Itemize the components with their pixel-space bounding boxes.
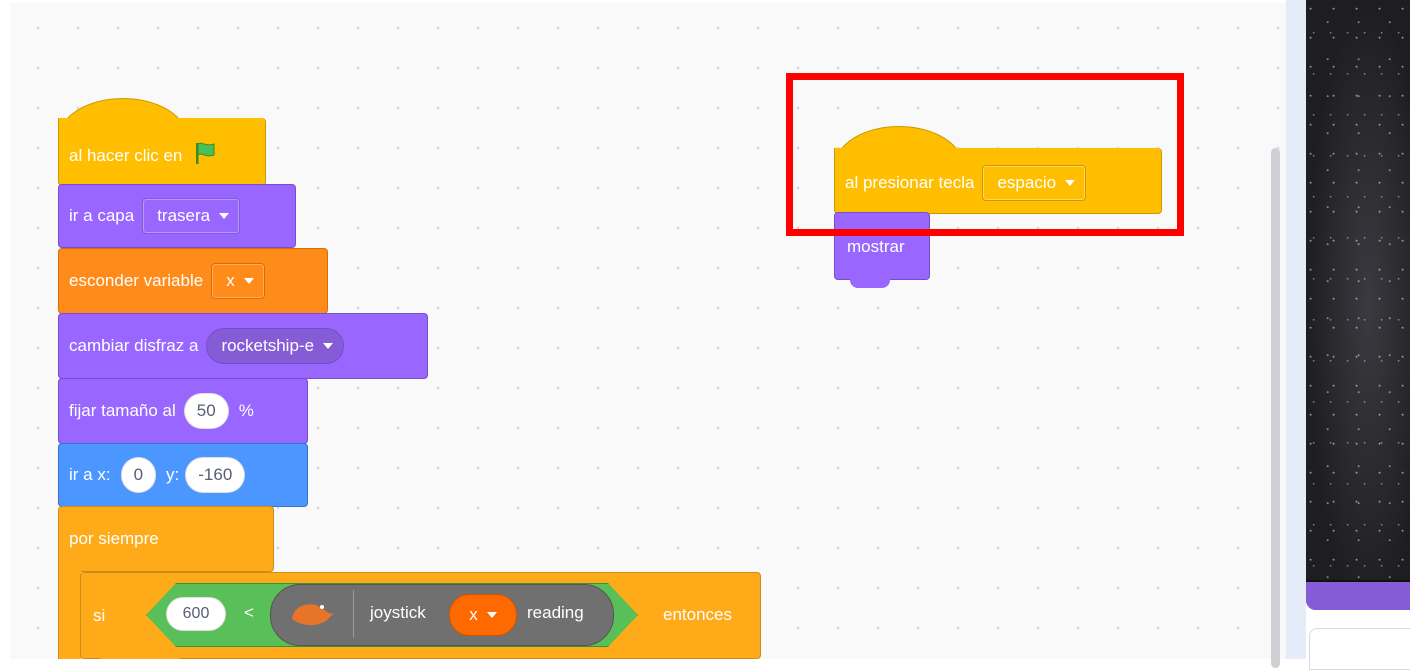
hide-variable-block[interactable]: esconder variable x — [58, 248, 328, 314]
extension-separator — [353, 590, 354, 638]
block-label: fijar tamaño al — [69, 401, 176, 420]
layer-dropdown-value: trasera — [157, 206, 211, 225]
caret-down-icon — [323, 343, 334, 349]
forever-arm — [58, 560, 81, 659]
operator-label: < — [244, 603, 254, 622]
caret-down-icon — [219, 213, 230, 219]
costume-dropdown[interactable]: rocketship-e — [206, 328, 345, 364]
block-label: ir a capa — [69, 206, 135, 225]
stage-footer-bar — [1306, 582, 1410, 610]
axis-dropdown[interactable]: x — [449, 594, 517, 636]
block-label: al hacer clic en — [69, 145, 183, 165]
caret-down-icon — [243, 278, 254, 284]
percent-label: % — [238, 401, 254, 420]
axis-dropdown-value: x — [469, 605, 478, 624]
then-label: entonces — [663, 605, 732, 624]
compare-value-input[interactable]: 600 — [166, 597, 226, 631]
if-inner-notch — [100, 652, 180, 659]
if-label: si — [93, 605, 106, 625]
show-bottom-notch — [850, 279, 890, 288]
forever-block[interactable]: por siempre — [58, 506, 274, 572]
workspace-scrollbar[interactable] — [1271, 148, 1280, 668]
block-label: esconder variable — [69, 271, 204, 290]
block-label: por siempre — [69, 529, 159, 548]
y-label: y: — [166, 465, 180, 484]
set-size-block[interactable]: fijar tamaño al 50 % — [58, 378, 308, 444]
x-input[interactable]: 0 — [120, 457, 157, 493]
caret-down-icon — [486, 612, 497, 618]
variable-dropdown[interactable]: x — [211, 263, 265, 299]
y-input[interactable]: -160 — [185, 457, 246, 493]
costume-dropdown-value: rocketship-e — [221, 336, 315, 355]
when-flag-clicked-block[interactable]: al hacer clic en — [58, 118, 266, 186]
block-label: ir a x: — [69, 465, 111, 484]
workspace-left-edge — [0, 0, 10, 659]
workspace-top-edge — [0, 0, 1410, 3]
switch-costume-block[interactable]: cambiar disfraz a rocketship-e — [58, 313, 428, 379]
highlight-box — [786, 73, 1184, 236]
size-input[interactable]: 50 — [183, 393, 229, 429]
go-to-layer-block[interactable]: ir a capa trasera — [58, 184, 296, 248]
joystick-label: joystick — [370, 603, 426, 622]
stage-canvas[interactable] — [1306, 0, 1410, 610]
layer-dropdown[interactable]: trasera — [142, 198, 241, 234]
variable-dropdown-value: x — [226, 271, 235, 290]
block-label: mostrar — [847, 237, 905, 256]
reading-label: reading — [527, 603, 584, 622]
go-to-xy-block[interactable]: ir a x: 0 y: -160 — [58, 443, 308, 507]
extension-icon — [288, 595, 338, 638]
sprite-info-panel — [1309, 628, 1410, 670]
panel-divider — [1286, 0, 1306, 659]
block-label: cambiar disfraz a — [69, 336, 199, 355]
green-flag-icon — [192, 140, 218, 171]
